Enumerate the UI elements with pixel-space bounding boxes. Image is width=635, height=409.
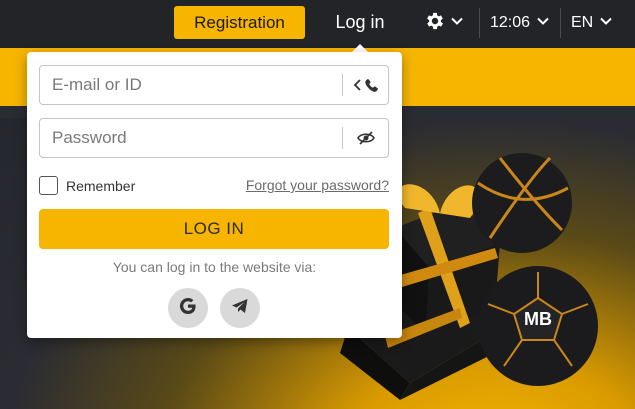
time-selector[interactable]: 12:06 (490, 10, 550, 36)
google-login-button[interactable] (168, 288, 208, 328)
forgot-password-link[interactable]: Forgot your password? (246, 177, 389, 193)
football-image: MB (478, 266, 598, 386)
language-selector[interactable]: EN (571, 10, 613, 36)
settings-menu[interactable] (424, 10, 464, 36)
login-button-top[interactable]: Log in (322, 6, 398, 39)
chevron-down-icon (536, 14, 550, 33)
phone-switch-icon[interactable] (343, 66, 389, 104)
basketball-image (472, 153, 572, 253)
password-field[interactable] (39, 118, 389, 158)
telegram-login-button[interactable] (220, 288, 260, 328)
login-submit-button[interactable]: LOG IN (39, 209, 389, 249)
time-value: 12:06 (490, 14, 531, 31)
top-bar: Registration Log in 12:06 EN (0, 0, 635, 48)
chevron-down-icon (599, 14, 613, 33)
mb-logo-text: MB (524, 309, 552, 329)
registration-button[interactable]: Registration (174, 6, 305, 39)
email-id-input[interactable] (40, 66, 340, 104)
chevron-down-icon (450, 14, 464, 33)
password-input[interactable] (40, 119, 340, 157)
social-login-text: You can log in to the website via: (112, 259, 317, 275)
remember-label: Remember (66, 177, 136, 194)
divider (479, 8, 480, 38)
popup-arrow (352, 44, 368, 52)
language-value: EN (571, 14, 594, 31)
remember-checkbox[interactable]: Remember (39, 176, 135, 195)
email-id-field[interactable] (39, 65, 389, 105)
checkbox-box[interactable] (39, 176, 58, 195)
login-popup: Remember Forgot your password? LOG IN Yo… (27, 52, 402, 338)
google-icon (178, 296, 198, 321)
telegram-icon (230, 296, 250, 321)
gear-icon (424, 10, 446, 37)
divider (560, 8, 561, 38)
eye-off-icon[interactable] (343, 119, 389, 157)
